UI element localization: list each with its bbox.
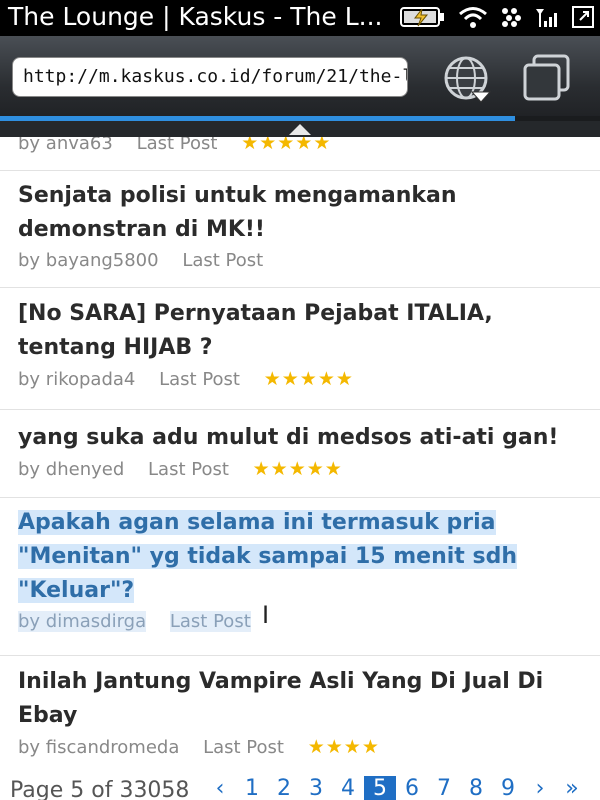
thread-author[interactable]: by bayang5800 (18, 250, 159, 271)
last-post-link[interactable]: Last Post (148, 459, 229, 480)
list-item[interactable]: Senjata polisi untuk mengamankan demonst… (0, 171, 600, 288)
rating-stars: ★★★★ (307, 736, 380, 758)
globe-icon[interactable] (442, 54, 492, 104)
list-item[interactable]: Inilah Jantung Vampire Asli Yang Di Jual… (0, 656, 600, 774)
rating-stars: ★★★★★ (263, 368, 354, 390)
thread-author[interactable]: by dhenyed (18, 459, 124, 480)
next-page-button[interactable]: › (524, 776, 556, 800)
thread-meta: by anva63 Last Post ★★★★★ (18, 137, 582, 158)
collapse-caret-icon[interactable] (289, 124, 311, 135)
thread-meta: by dhenyed Last Post ★★★★★ (18, 455, 582, 484)
page-load-progress (0, 116, 515, 121)
thread-author[interactable]: by rikopada4 (18, 369, 135, 390)
status-bar: The Lounge | Kaskus - The L... (0, 0, 600, 36)
rating-stars: ★★★★★ (241, 137, 332, 154)
thread-title[interactable]: yang suka adu mulut di medsos ati-ati ga… (18, 421, 582, 455)
battery-charging-icon (400, 7, 444, 27)
list-item[interactable]: [No SARA] Pernyataan Pejabat ITALIA, ten… (0, 288, 600, 410)
thread-list: by anva63 Last Post ★★★★★ Senjata polisi… (0, 137, 600, 774)
page-link-current[interactable]: 5 (364, 776, 396, 800)
thread-meta: by rikopada4 Last Post ★★★★★ (18, 365, 582, 394)
page-link-3[interactable]: 3 (300, 776, 332, 800)
thread-author[interactable]: by fiscandromeda (18, 737, 179, 758)
last-post-link[interactable]: Last Post (203, 737, 284, 758)
page-links: ‹ 1 2 3 4 5 6 7 8 9 › » (204, 776, 588, 800)
last-post-link[interactable]: Last Post (169, 611, 251, 632)
thread-title[interactable]: Senjata polisi untuk mengamankan demonst… (18, 179, 582, 247)
page-link-2[interactable]: 2 (268, 776, 300, 800)
page-link-6[interactable]: 6 (396, 776, 428, 800)
thread-author[interactable]: by anva63 (18, 137, 113, 154)
list-item[interactable]: yang suka adu mulut di medsos ati-ati ga… (0, 410, 600, 498)
expand-icon[interactable] (572, 6, 594, 28)
thread-title[interactable]: [No SARA] Pernyataan Pejabat ITALIA, ten… (18, 297, 582, 365)
thread-title[interactable]: Apakah agan selama ini termasuk pria "Me… (18, 506, 538, 608)
thread-meta: by bayang5800 Last Post (18, 247, 582, 275)
last-post-link[interactable]: Last Post (159, 369, 240, 390)
list-item[interactable]: by anva63 Last Post ★★★★★ (0, 137, 600, 171)
page-link-7[interactable]: 7 (428, 776, 460, 800)
progress-track (515, 116, 600, 121)
page-link-9[interactable]: 9 (492, 776, 524, 800)
thread-author[interactable]: by dimasdirga (18, 611, 147, 632)
url-input[interactable]: http://m.kaskus.co.id/forum/21/the-loun.… (12, 57, 408, 97)
signal-icon (536, 9, 557, 27)
prev-page-button[interactable]: ‹ (204, 776, 236, 800)
address-bar: http://m.kaskus.co.id/forum/21/the-loun.… (0, 36, 600, 120)
page-count-label: Page 5 of 33058 (10, 778, 190, 800)
status-icons (400, 4, 594, 30)
thread-meta: by dimasdirga Last Post (18, 608, 582, 636)
rating-stars: ★★★★★ (252, 458, 343, 480)
last-page-button[interactable]: » (556, 776, 588, 800)
thread-title[interactable]: Inilah Jantung Vampire Asli Yang Di Jual… (18, 665, 582, 733)
page-link-8[interactable]: 8 (460, 776, 492, 800)
list-item-selected[interactable]: Apakah agan selama ini termasuk pria "Me… (0, 498, 600, 656)
thread-meta: by fiscandromeda Last Post ★★★★ (18, 733, 582, 762)
pagination: Page 5 of 33058 ‹ 1 2 3 4 5 6 7 8 9 › » (0, 776, 600, 800)
selected-title-text: Apakah agan selama ini termasuk pria "Me… (18, 510, 517, 603)
window-title: The Lounge | Kaskus - The L... (8, 2, 383, 31)
page-link-4[interactable]: 4 (332, 776, 364, 800)
last-post-link[interactable]: Last Post (182, 250, 263, 271)
tabs-icon[interactable] (522, 54, 572, 104)
page-link-1[interactable]: 1 (236, 776, 268, 800)
text-cursor-icon: I (262, 601, 270, 629)
wifi-icon (459, 7, 487, 28)
blackberry-icon (502, 8, 521, 27)
last-post-link[interactable]: Last Post (137, 137, 218, 154)
